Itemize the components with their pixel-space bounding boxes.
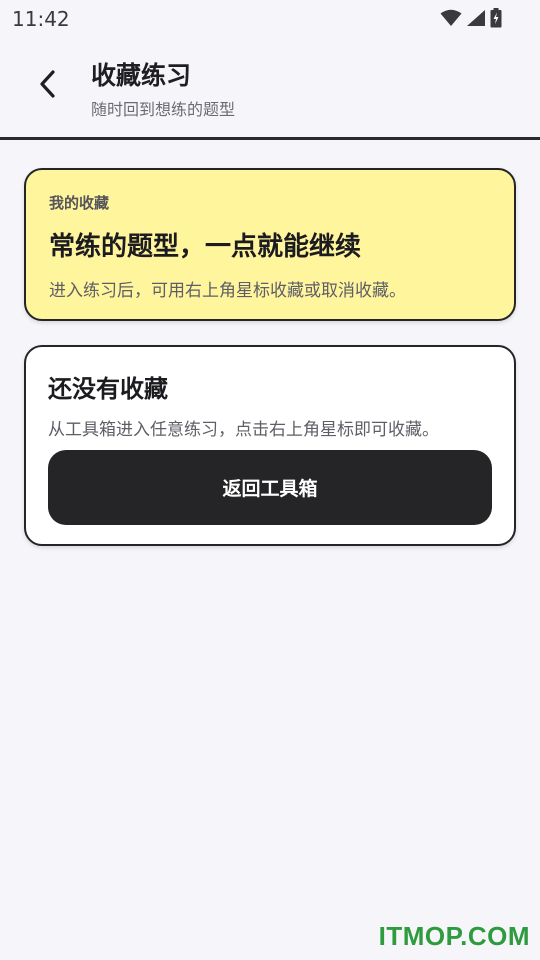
favorites-description: 进入练习后，可用右上角星标收藏或取消收藏。 <box>49 281 406 301</box>
favorites-heading: 常练的题型，一点就能继续 <box>49 232 362 262</box>
cellular-signal-icon <box>466 9 486 27</box>
page-subtitle: 随时回到想练的题型 <box>91 100 236 119</box>
status-time: 11:42 <box>12 7 70 31</box>
empty-state-heading: 还没有收藏 <box>48 375 168 403</box>
watermark-logo: ITMOP.COM <box>378 921 530 951</box>
status-icons <box>440 8 502 28</box>
chevron-left-icon <box>38 69 58 103</box>
app-bar: 收藏练习 随时回到想练的题型 <box>0 44 540 138</box>
back-button[interactable] <box>26 64 70 108</box>
back-to-toolbox-button[interactable]: 返回工具箱 <box>48 450 492 525</box>
favorites-label: 我的收藏 <box>49 194 110 212</box>
page-title: 收藏练习 <box>91 61 192 90</box>
empty-state-description: 从工具箱进入任意练习，点击右上角星标即可收藏。 <box>48 420 439 440</box>
header-divider <box>0 137 540 140</box>
favorites-card: 我的收藏 常练的题型，一点就能继续 进入练习后，可用右上角星标收藏或取消收藏。 <box>24 168 516 321</box>
wifi-icon <box>440 9 462 27</box>
battery-charging-icon <box>490 8 502 28</box>
status-bar: 11:42 <box>0 0 540 36</box>
empty-state-card: 还没有收藏 从工具箱进入任意练习，点击右上角星标即可收藏。 返回工具箱 <box>24 345 516 546</box>
